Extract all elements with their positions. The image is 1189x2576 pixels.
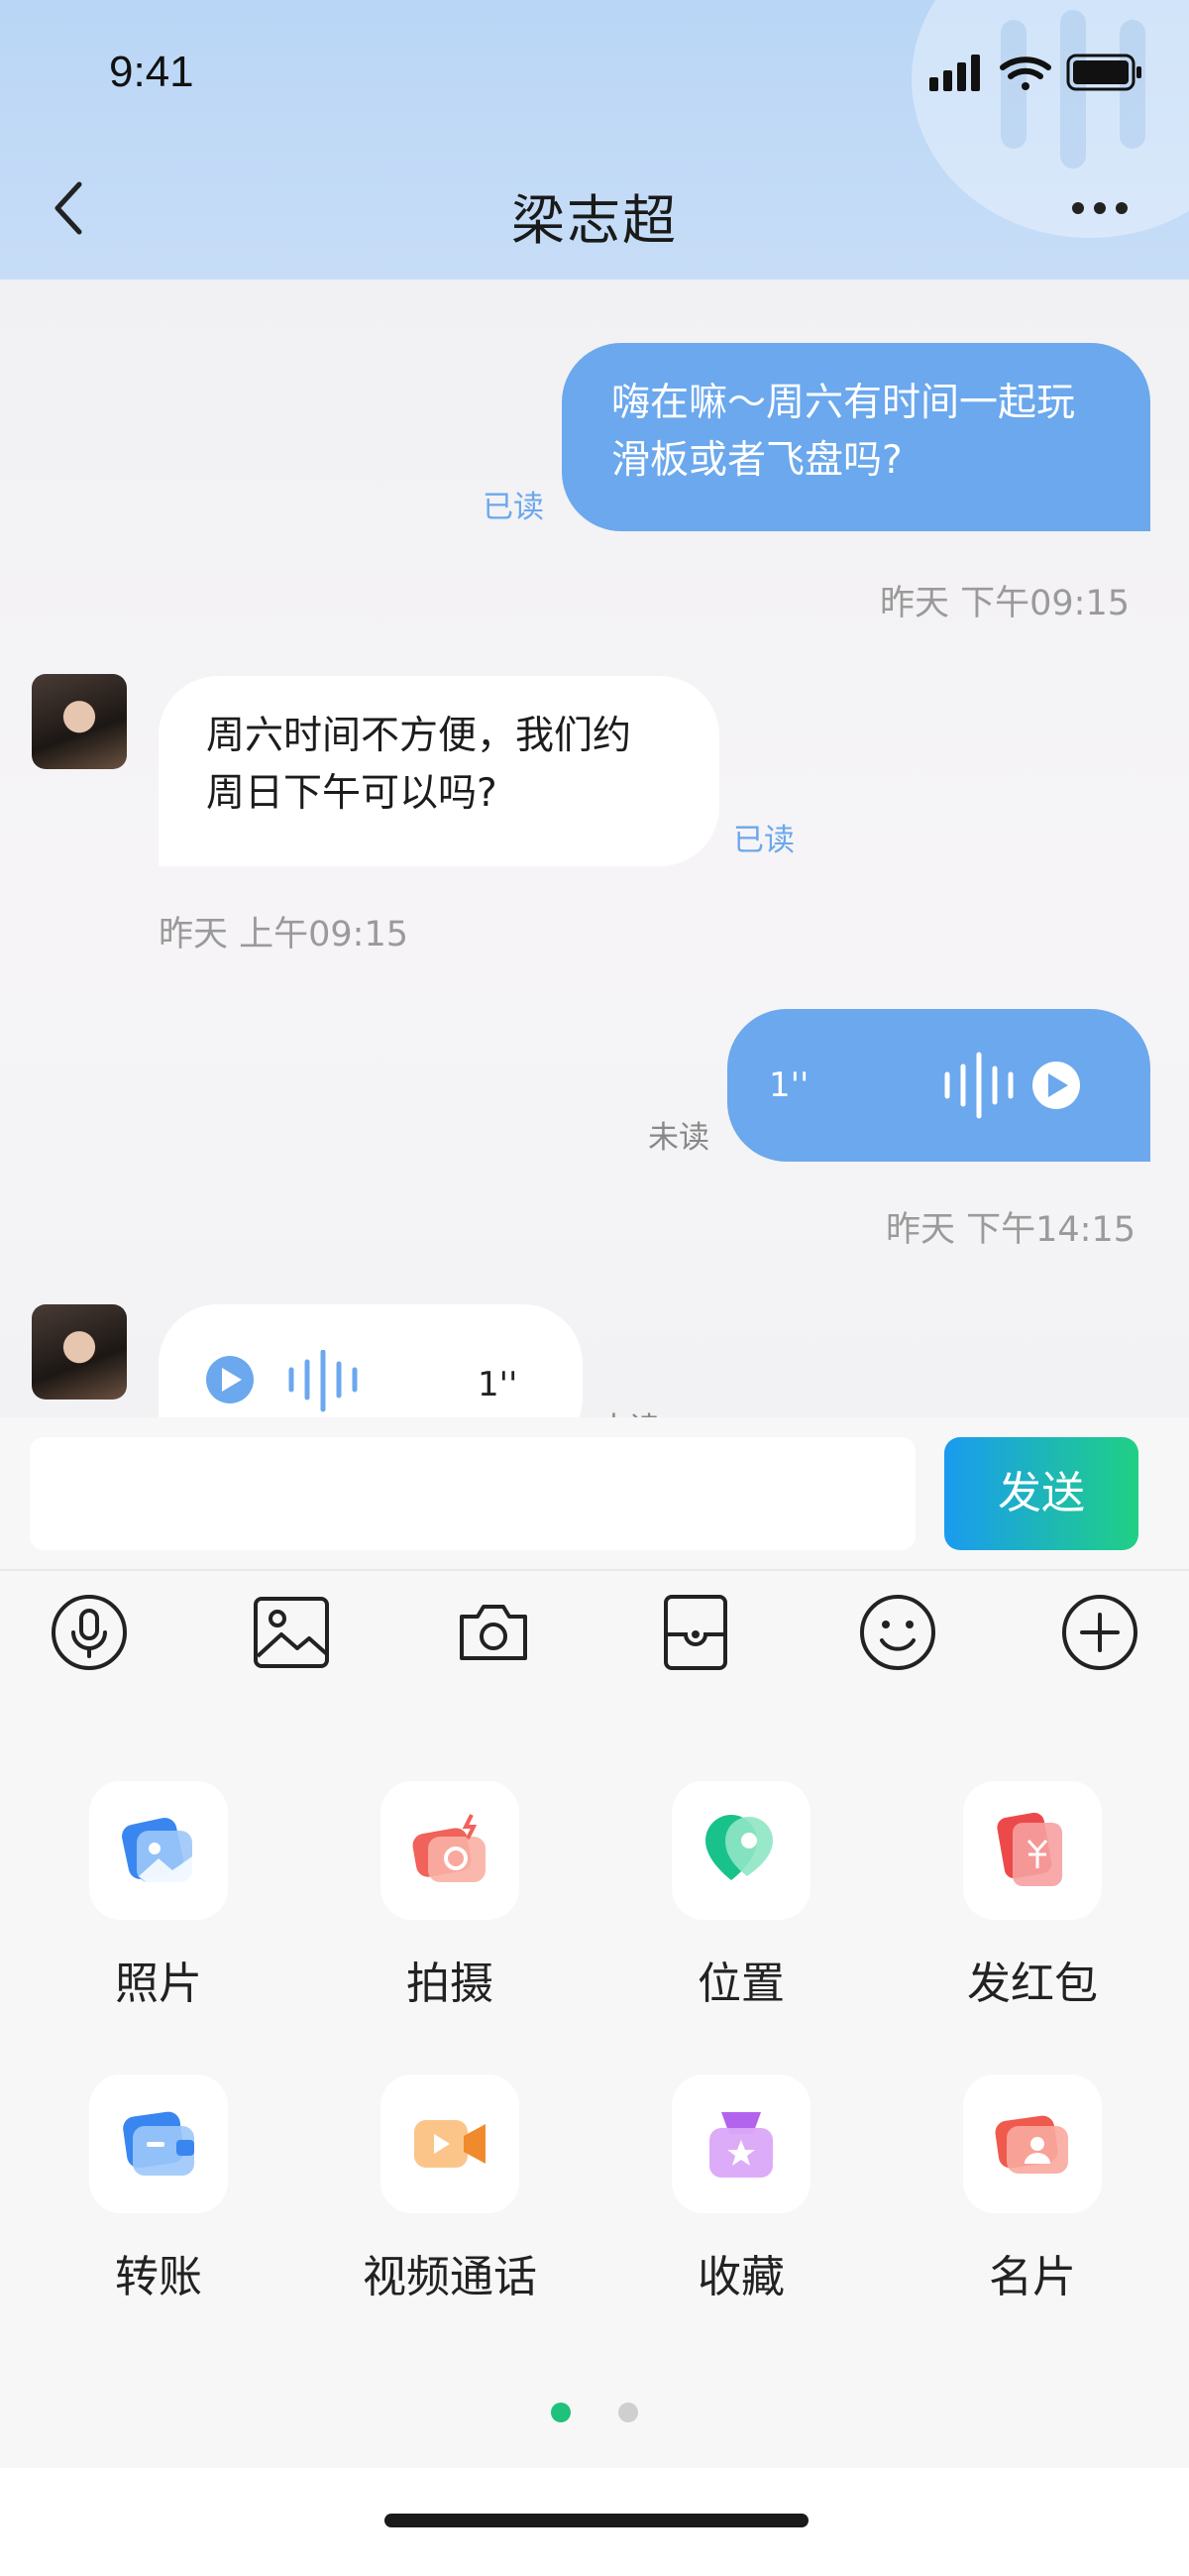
send-button[interactable]: 发送 (944, 1437, 1138, 1550)
read-status: 已读 (483, 490, 544, 525)
message-bubble-incoming[interactable]: 周六时间不方便，我们约 周日下午可以吗? (159, 676, 719, 866)
transfer-icon (123, 2111, 194, 2176)
favorites-icon (709, 2112, 773, 2178)
function-transfer[interactable]: 转账 (59, 2074, 258, 2304)
more-dots-icon (1072, 202, 1128, 214)
page-indicator-active[interactable] (551, 2403, 571, 2422)
message-timestamp: 昨天 上午09:15 (159, 915, 408, 954)
message-input[interactable] (30, 1437, 916, 1550)
contact-name: 梁志超 (511, 189, 678, 252)
camera-icon[interactable] (454, 1593, 533, 1672)
location-icon (705, 1815, 773, 1880)
avatar[interactable] (32, 674, 127, 769)
camera-shoot-icon (412, 1814, 486, 1882)
red-packet-icon (997, 1812, 1062, 1886)
avatar[interactable] (32, 1304, 127, 1400)
function-photo[interactable]: 照片 (59, 1781, 258, 2011)
voice-waveform-icon (944, 1052, 1080, 1119)
unread-status: 未读 (648, 1120, 709, 1156)
play-icon (206, 1356, 254, 1403)
function-label: 位置 (698, 1959, 785, 2009)
function-label: 收藏 (698, 2252, 785, 2302)
message-text-line: 滑板或者飞盘吗? (611, 438, 903, 483)
message-text-line: 周日下午可以吗? (206, 771, 497, 816)
function-contact-card[interactable]: 名片 (933, 2074, 1132, 2304)
play-icon (1032, 1062, 1080, 1109)
voice-message-incoming[interactable]: 1'' (159, 1304, 583, 1417)
page-indicator[interactable] (618, 2403, 638, 2422)
function-label: 视频通话 (363, 2252, 537, 2302)
plus-icon[interactable] (1060, 1593, 1139, 1672)
contact-card-icon (995, 2115, 1068, 2174)
video-call-icon (414, 2120, 486, 2168)
voice-message-outgoing[interactable]: 1'' (727, 1009, 1150, 1162)
function-label: 转账 (115, 2252, 202, 2302)
emoji-icon[interactable] (858, 1593, 937, 1672)
home-area (0, 2468, 1189, 2576)
function-shoot[interactable]: 拍摄 (351, 1781, 549, 2011)
function-label: 拍摄 (406, 1959, 493, 2009)
status-time: 9:41 (109, 48, 194, 96)
wifi-icon (1000, 56, 1051, 90)
message-timestamp: 昨天 下午14:15 (886, 1210, 1135, 1250)
chat-header: 9:41 梁志超 (0, 0, 1189, 280)
photo-icon (122, 1818, 192, 1882)
signal-icon (929, 55, 980, 91)
function-label: 发红包 (967, 1959, 1098, 2009)
function-location[interactable]: 位置 (642, 1781, 840, 2011)
function-panel: 照片 拍摄 位置 发红包 转账 视频通话 收藏 名片 (0, 1690, 1189, 2468)
function-label: 照片 (115, 1959, 202, 2009)
unread-status: 未读 (598, 1403, 660, 1417)
function-label: 名片 (989, 2252, 1076, 2302)
message-text-line: 周六时间不方便，我们约 (206, 714, 632, 758)
voice-waveform-icon (206, 1350, 358, 1412)
wallet-icon[interactable] (656, 1593, 735, 1672)
message-timestamp: 昨天 下午09:15 (880, 584, 1130, 623)
image-icon[interactable] (252, 1593, 331, 1672)
more-options-button[interactable] (1070, 196, 1130, 220)
voice-duration: 1'' (769, 1065, 810, 1105)
microphone-icon[interactable] (50, 1593, 129, 1672)
message-list[interactable]: 嗨在嘛～周六有时间一起玩 滑板或者飞盘吗? 已读 昨天 下午09:15 周六时间… (0, 280, 1189, 1417)
function-favorites[interactable]: 收藏 (642, 2074, 840, 2304)
home-indicator[interactable] (384, 2514, 809, 2527)
message-bubble-outgoing[interactable]: 嗨在嘛～周六有时间一起玩 滑板或者飞盘吗? (562, 343, 1150, 531)
voice-duration: 1'' (478, 1365, 518, 1404)
battery-icon (1066, 54, 1141, 91)
status-icons (929, 52, 1147, 99)
composer-bar: 发送 (0, 1417, 1189, 1571)
input-toolbar (0, 1571, 1189, 1690)
function-red-packet[interactable]: 发红包 (933, 1781, 1132, 2011)
read-status: 已读 (733, 823, 795, 858)
message-text-line: 嗨在嘛～周六有时间一起玩 (611, 381, 1076, 425)
function-video-call[interactable]: 视频通话 (351, 2074, 549, 2304)
